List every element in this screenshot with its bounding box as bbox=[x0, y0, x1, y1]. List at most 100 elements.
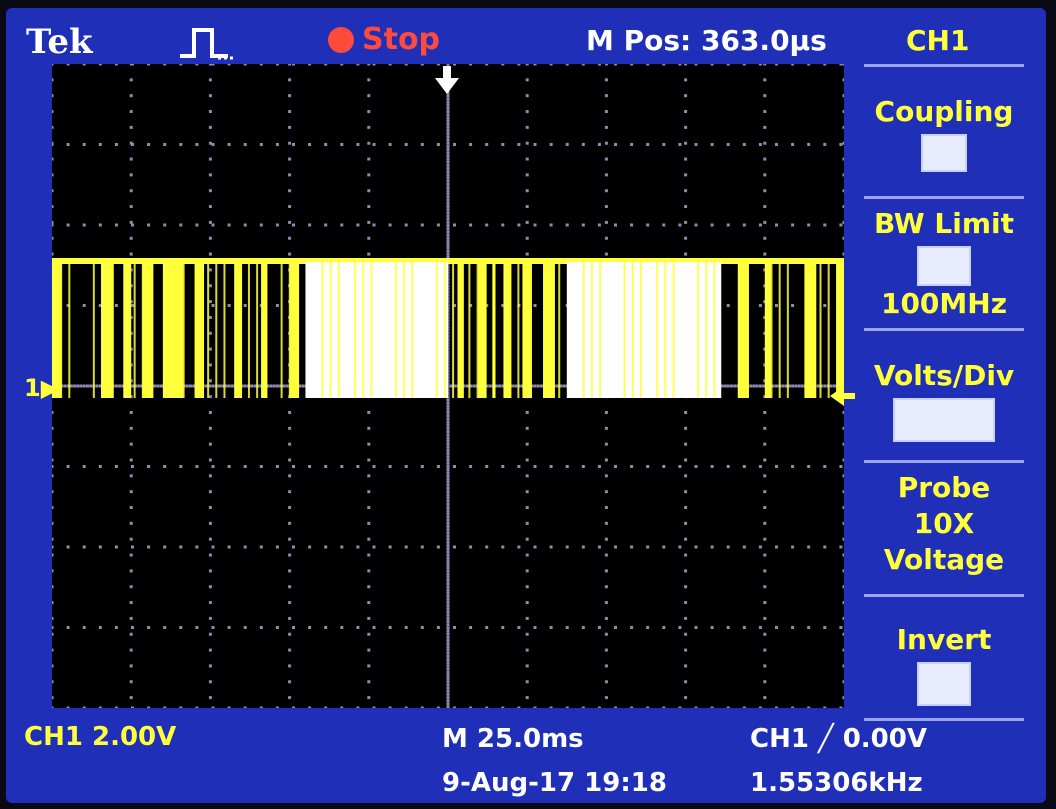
grid-dot bbox=[129, 490, 133, 494]
grid-dot bbox=[52, 189, 54, 193]
grid-dot bbox=[525, 537, 529, 541]
grid-dot bbox=[823, 143, 827, 146]
grid-dot bbox=[446, 173, 450, 177]
grid-dot bbox=[367, 521, 371, 525]
grid-dot bbox=[517, 64, 521, 66]
grid-dot bbox=[525, 189, 529, 193]
grid-dot bbox=[288, 157, 292, 161]
grid-dot bbox=[230, 384, 234, 388]
trace-edge bbox=[329, 262, 332, 398]
grid-dot bbox=[208, 616, 212, 620]
grid-dot bbox=[604, 601, 608, 605]
grid-dot bbox=[565, 64, 569, 66]
grid-dot bbox=[604, 585, 608, 589]
menu-item-bw-limit[interactable]: BW Limit 100MHz bbox=[848, 206, 1040, 322]
grid-dot bbox=[356, 706, 360, 708]
grid-dot bbox=[367, 632, 371, 636]
grid-dot bbox=[52, 648, 54, 652]
grid-dot bbox=[604, 506, 608, 510]
grid-dot bbox=[179, 64, 183, 66]
grid-dot bbox=[565, 465, 569, 468]
grid-dot bbox=[763, 205, 767, 209]
grid-dot bbox=[763, 553, 767, 557]
grid-dot bbox=[52, 426, 54, 430]
grid-dot bbox=[684, 537, 688, 541]
grid-dot bbox=[131, 384, 134, 388]
menu-item-volts-div[interactable]: Volts/Div bbox=[848, 358, 1040, 442]
grid-dot bbox=[367, 236, 371, 240]
grid-dot bbox=[446, 588, 450, 592]
grid-dot bbox=[565, 143, 569, 146]
menu-item-invert[interactable]: Invert bbox=[848, 622, 1040, 706]
grid-dot bbox=[763, 141, 767, 145]
trace-edge bbox=[166, 262, 169, 398]
grid-dot bbox=[98, 706, 102, 708]
grid-dot bbox=[420, 545, 424, 549]
grid-dot bbox=[76, 384, 80, 388]
grid-dot bbox=[684, 474, 688, 478]
grid-dot bbox=[446, 110, 450, 114]
grid-dot bbox=[775, 626, 778, 629]
grid-dot bbox=[446, 515, 450, 519]
grid-dot bbox=[536, 384, 540, 388]
grid-dot bbox=[208, 680, 212, 684]
grid-dot bbox=[82, 143, 86, 146]
grid-dot bbox=[446, 100, 450, 104]
run-stop-status[interactable]: Stop bbox=[328, 22, 440, 57]
grid-dot bbox=[630, 143, 634, 146]
grid-dot bbox=[436, 143, 440, 146]
grid-dot bbox=[179, 626, 183, 629]
menu-item-coupling[interactable]: Coupling bbox=[848, 94, 1040, 172]
grid-dot bbox=[446, 186, 450, 190]
grid-dot bbox=[742, 223, 746, 227]
grid-dot bbox=[288, 474, 292, 478]
grid-dot bbox=[446, 398, 450, 402]
grid-dot bbox=[73, 384, 77, 388]
grid-dot bbox=[758, 143, 762, 146]
grid-dot bbox=[604, 458, 608, 462]
trace-pulse bbox=[492, 262, 496, 398]
channel-side-menu: Coupling BW Limit 100MHz Volts/Div Probe… bbox=[848, 56, 1040, 726]
grid-dot bbox=[446, 702, 450, 706]
grid-dot bbox=[340, 545, 344, 549]
grid-dot bbox=[163, 545, 167, 549]
grid-dot bbox=[208, 363, 212, 367]
grid-dot bbox=[710, 545, 714, 549]
grid-dot bbox=[227, 384, 231, 388]
grid-dot bbox=[446, 572, 450, 576]
grid-dot bbox=[367, 442, 371, 446]
grid-dot bbox=[227, 465, 231, 468]
grid-dot bbox=[794, 384, 798, 388]
grid-dot bbox=[604, 442, 608, 446]
grid-dot bbox=[710, 143, 714, 146]
grid-dot bbox=[565, 706, 569, 708]
menu-item-probe[interactable]: Probe 10X Voltage bbox=[848, 470, 1040, 578]
grid-dot bbox=[367, 141, 371, 145]
grid-dot bbox=[243, 384, 247, 388]
grid-dot bbox=[367, 157, 371, 161]
grid-dot bbox=[208, 490, 212, 494]
grid-dot bbox=[604, 220, 608, 224]
grid-dot bbox=[763, 64, 767, 66]
grid-dot bbox=[288, 64, 292, 66]
grid-dot bbox=[604, 236, 608, 240]
grid-dot bbox=[208, 125, 212, 129]
grid-dot bbox=[791, 465, 795, 468]
grid-dot bbox=[356, 465, 360, 468]
grid-dot bbox=[436, 465, 440, 468]
grid-dot bbox=[525, 94, 529, 98]
grid-dot bbox=[842, 474, 844, 478]
grid-dot bbox=[129, 110, 133, 114]
trigger-readout: CH1 ╱ 0.00V bbox=[750, 724, 927, 754]
grid-dot bbox=[288, 680, 292, 684]
grid-dot bbox=[684, 205, 688, 209]
trace-pulse bbox=[194, 262, 205, 398]
menu-separator bbox=[864, 718, 1024, 721]
grid-dot bbox=[823, 626, 827, 629]
grid-dot bbox=[404, 545, 408, 549]
grid-dot bbox=[388, 465, 392, 468]
grid-dot bbox=[763, 632, 767, 636]
grid-dot bbox=[52, 94, 54, 98]
grid-dot bbox=[525, 458, 529, 462]
grid-dot bbox=[446, 540, 450, 544]
